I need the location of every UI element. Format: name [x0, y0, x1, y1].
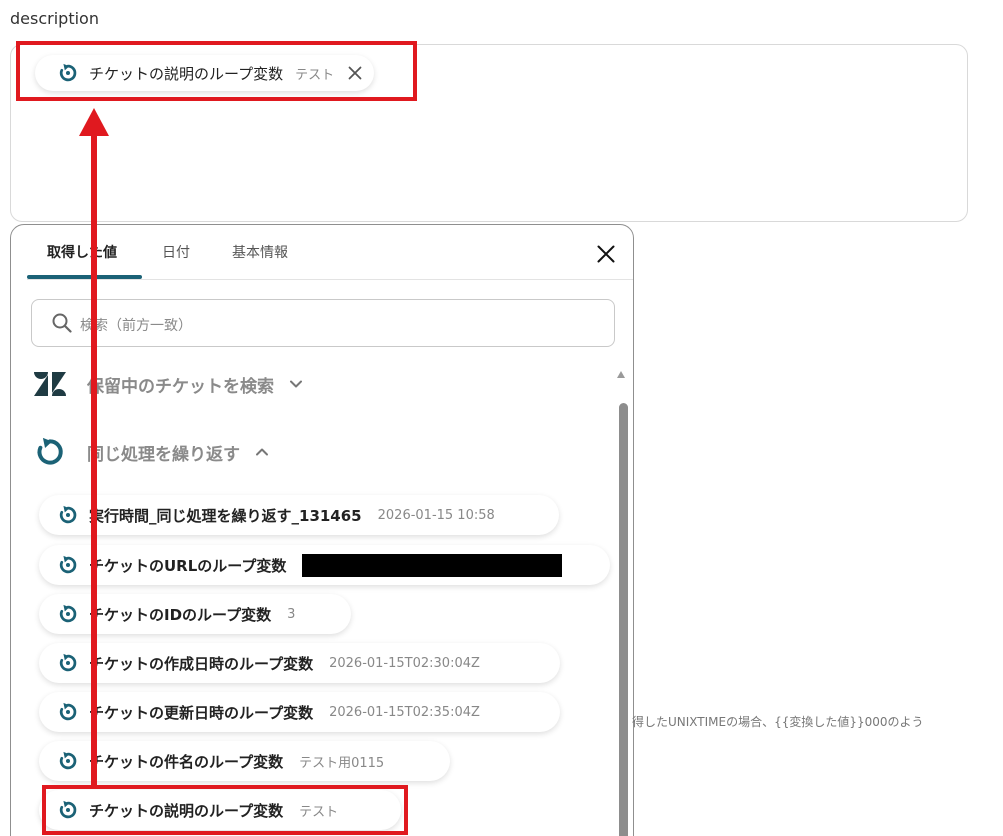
item-value: テスト用0115	[299, 755, 385, 771]
loop-icon	[59, 604, 77, 623]
item-value: 3	[287, 606, 296, 622]
close-icon[interactable]	[597, 245, 615, 263]
search-icon	[52, 313, 72, 333]
scrollbar-thumb[interactable]	[619, 403, 628, 836]
section-pending-tickets[interactable]: 保留中のチケットを検索	[33, 371, 304, 397]
item-value: 2026-01-15 10:58	[377, 507, 495, 523]
item-name: チケットのIDのループ変数	[89, 605, 272, 624]
loop-icon	[37, 437, 63, 465]
arrow-up-icon	[79, 108, 109, 136]
list-item[interactable]: チケットのURLのループ変数	[39, 545, 610, 585]
loop-icon	[59, 751, 77, 770]
list-item[interactable]: 実行時間_同じ処理を繰り返す_131465 2026-01-15 10:58	[39, 495, 559, 535]
loop-icon	[59, 505, 77, 524]
redacted-value	[302, 553, 563, 577]
chevron-up-icon[interactable]	[254, 444, 270, 460]
loop-icon	[59, 702, 77, 721]
annotation-arrow-shaft	[91, 130, 97, 786]
tabs-divider	[27, 279, 633, 280]
item-name: チケットの件名のループ変数	[89, 752, 284, 771]
list-item[interactable]: チケットの更新日時のループ変数 2026-01-15T02:35:04Z	[39, 692, 560, 732]
background-help-text: 得したUNIXTIMEの場合、{{変換した値}}000のよう	[632, 715, 924, 729]
scroll-up-arrow[interactable]	[617, 371, 625, 378]
chevron-down-icon[interactable]	[288, 376, 304, 392]
list-item[interactable]: チケットのIDのループ変数 3	[39, 594, 351, 634]
tab-basic-info[interactable]: 基本情報	[232, 242, 288, 262]
item-value: 2026-01-15T02:35:04Z	[329, 704, 480, 720]
highlight-box-item	[42, 785, 408, 835]
item-name: チケットの更新日時のループ変数	[89, 703, 314, 722]
search-input[interactable]: 検索（前方一致）	[31, 299, 615, 347]
item-name: 実行時間_同じ処理を繰り返す_131465	[89, 506, 362, 525]
highlight-box-chip	[16, 41, 417, 101]
item-value: 2026-01-15T02:30:04Z	[329, 655, 480, 671]
section-repeat-process[interactable]: 同じ処理を繰り返す	[33, 435, 270, 469]
section-label: 保留中のチケットを検索	[87, 376, 274, 397]
tab-date[interactable]: 日付	[162, 242, 190, 262]
list-item[interactable]: チケットの作成日時のループ変数 2026-01-15T02:30:04Z	[39, 643, 560, 683]
tab-acquired-values[interactable]: 取得した値	[47, 242, 117, 262]
loop-icon	[59, 653, 77, 672]
item-name: チケットの作成日時のループ変数	[89, 654, 314, 673]
loop-icon	[59, 555, 77, 574]
item-name: チケットのURLのループ変数	[89, 556, 287, 575]
field-label: description	[10, 9, 99, 28]
zendesk-icon	[34, 372, 66, 396]
list-item[interactable]: チケットの件名のループ変数 テスト用0115	[39, 741, 450, 781]
section-label: 同じ処理を繰り返す	[87, 444, 240, 465]
